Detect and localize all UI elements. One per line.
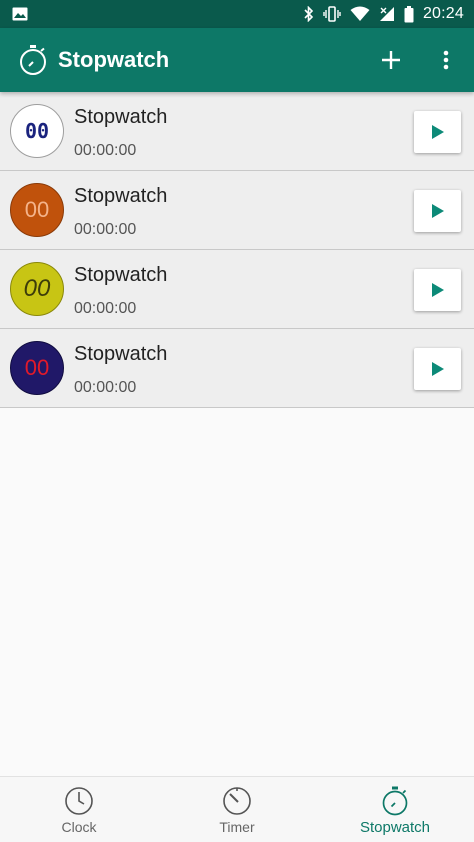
badge-digits: 00 <box>24 119 50 143</box>
wifi-icon <box>350 6 370 21</box>
play-button[interactable] <box>414 190 461 232</box>
list-item[interactable]: 00 Stopwatch 00:00:00 <box>0 250 474 329</box>
stopwatch-list: 00 Stopwatch 00:00:00 00 Stopwatch 00:00… <box>0 92 474 408</box>
play-button[interactable] <box>414 269 461 311</box>
stopwatch-name: Stopwatch <box>74 343 168 365</box>
play-button[interactable] <box>414 348 461 390</box>
badge-digits: 00 <box>23 275 51 302</box>
stopwatch-badge: 00 <box>10 341 64 395</box>
stopwatch-badge: 00 <box>10 104 64 158</box>
nav-timer[interactable]: Timer <box>158 777 316 842</box>
stopwatch-time: 00:00:00 <box>74 221 137 238</box>
list-item[interactable]: 00 Stopwatch 00:00:00 <box>0 92 474 171</box>
play-button[interactable] <box>414 111 461 153</box>
list-item[interactable]: 00 Stopwatch 00:00:00 <box>0 171 474 250</box>
stopwatch-time: 00:00:00 <box>74 142 137 159</box>
stopwatch-time: 00:00:00 <box>74 379 137 396</box>
play-icon <box>431 204 444 218</box>
status-bar: 20:24 <box>0 0 474 28</box>
stopwatch-name: Stopwatch <box>74 264 168 286</box>
bluetooth-icon <box>304 6 314 22</box>
more-vert-icon <box>443 50 449 70</box>
nav-label: Timer <box>219 819 255 835</box>
signal-icon <box>379 7 394 21</box>
clock-icon <box>65 787 93 815</box>
bottom-nav: Clock Timer Stopwatch <box>0 776 474 842</box>
nav-clock[interactable]: Clock <box>0 777 158 842</box>
nav-stopwatch[interactable]: Stopwatch <box>316 777 474 842</box>
vibrate-icon <box>323 6 341 22</box>
stopwatch-icon <box>382 786 408 816</box>
page-title: Stopwatch <box>58 47 170 72</box>
play-icon <box>431 283 444 297</box>
status-time: 20:24 <box>422 5 464 22</box>
badge-digits: 00 <box>24 197 50 222</box>
stopwatch-time: 00:00:00 <box>74 300 137 317</box>
stopwatch-name: Stopwatch <box>74 106 168 128</box>
gallery-icon <box>12 7 28 21</box>
battery-icon <box>404 5 414 22</box>
app-bar: Stopwatch <box>0 28 474 92</box>
play-icon <box>431 362 444 376</box>
list-item[interactable]: 00 Stopwatch 00:00:00 <box>0 329 474 408</box>
stopwatch-name: Stopwatch <box>74 185 168 207</box>
badge-digits: 00 <box>24 355 50 380</box>
timer-icon <box>223 787 251 815</box>
stopwatch-icon <box>20 45 46 75</box>
more-options-button[interactable] <box>432 42 460 78</box>
play-icon <box>431 125 444 139</box>
nav-label: Clock <box>61 819 97 835</box>
stopwatch-badge: 00 <box>10 262 64 316</box>
nav-label: Stopwatch <box>359 819 431 836</box>
add-icon <box>382 51 400 69</box>
add-button[interactable] <box>374 42 408 78</box>
stopwatch-badge: 00 <box>10 183 64 237</box>
